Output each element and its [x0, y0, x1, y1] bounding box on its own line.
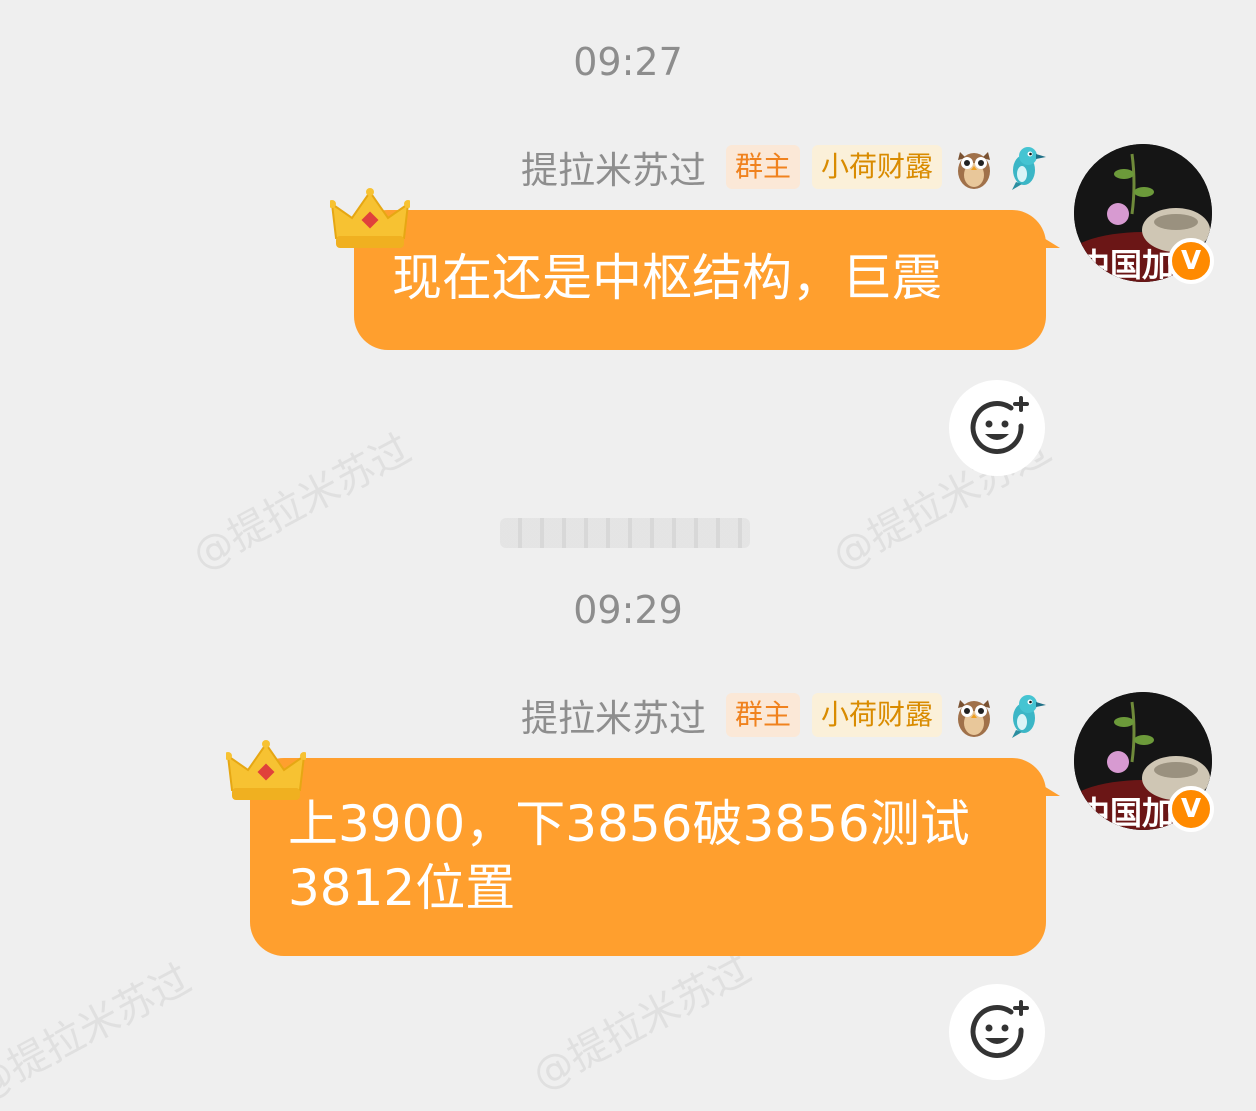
sender-name[interactable]: 提拉米苏过 [521, 688, 706, 742]
crown-icon [226, 740, 306, 800]
message-text: 现在还是中枢结构，巨震 [392, 249, 942, 307]
bird-icon [1012, 147, 1046, 190]
owl-icon [958, 152, 990, 189]
fan-badge[interactable]: 小荷财露 [811, 693, 942, 737]
bubble-tail [1034, 780, 1060, 796]
sender-row: 提拉米苏过 群主 小荷财露 [521, 140, 1046, 194]
verified-badge-icon: V [1168, 786, 1214, 832]
verified-badge-icon: V [1168, 238, 1214, 284]
chat-message: 提拉米苏过 群主 小荷财露 现在还是中枢结构，巨震 中国加 V [0, 140, 1256, 480]
timestamp: 09:27 [573, 40, 683, 84]
avatar-label: 中国加 [1078, 794, 1175, 830]
fan-badge[interactable]: 小荷财露 [811, 145, 942, 189]
sender-row: 提拉米苏过 群主 小荷财露 [521, 688, 1046, 742]
avatar-label: 中国加 [1078, 246, 1175, 282]
owl-icon [958, 700, 990, 737]
bird-icon [1012, 695, 1046, 738]
add-reaction-icon [970, 396, 1029, 454]
sender-name[interactable]: 提拉米苏过 [521, 140, 706, 194]
message-bubble[interactable]: 上3900，下3856破3856测试 3812位置 [250, 758, 1060, 956]
crown-icon [330, 188, 410, 248]
bubble-tail [1034, 232, 1060, 248]
group-owner-badge: 群主 [725, 145, 800, 189]
blurred-notice [500, 518, 750, 548]
add-reaction-icon [970, 1000, 1029, 1058]
add-reaction-button[interactable] [949, 380, 1045, 476]
chat-message: 提拉米苏过 群主 小荷财露 上3900，下3856破3856测试 3812位置 [0, 688, 1256, 1080]
message-text-line: 上3900，下3856破3856测试 [288, 795, 970, 853]
message-bubble[interactable]: 现在还是中枢结构，巨震 [354, 210, 1060, 350]
message-text-line: 3812位置 [288, 859, 516, 917]
add-reaction-button[interactable] [949, 984, 1045, 1080]
group-owner-badge: 群主 [725, 693, 800, 737]
timestamp: 09:29 [573, 588, 683, 632]
